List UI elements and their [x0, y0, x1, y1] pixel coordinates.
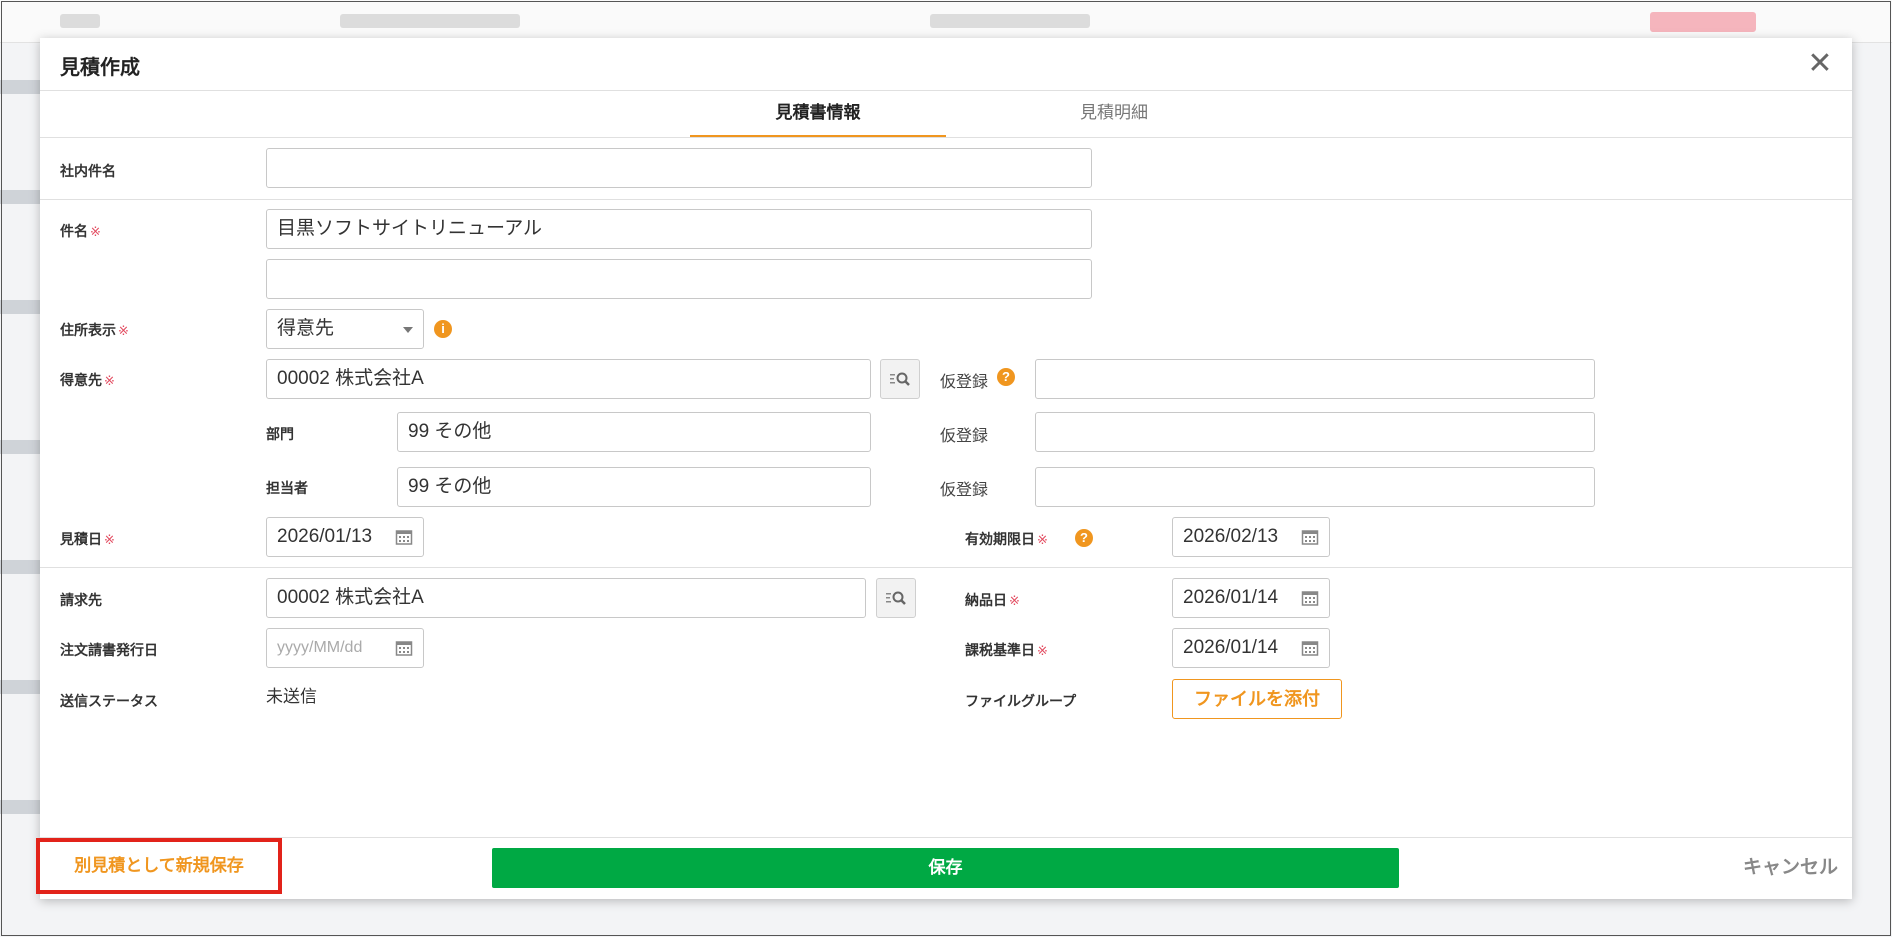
- customer-label: 得意先 ※: [60, 372, 115, 388]
- subject-input-2[interactable]: [266, 259, 1092, 299]
- customer-temp-label: 仮登録: [940, 374, 989, 391]
- calendar-icon[interactable]: [1301, 589, 1319, 607]
- address-display-value: 得意先: [277, 318, 335, 339]
- expiry-date-input[interactable]: 2026/02/13: [1172, 517, 1330, 557]
- send-status-label: 送信ステータス: [60, 693, 158, 709]
- tax-base-date-value: 2026/01/14: [1183, 637, 1279, 658]
- quote-date-value: 2026/01/13: [277, 526, 373, 547]
- modal-header: 見積作成 ✕: [40, 38, 1852, 91]
- divider: [40, 199, 1852, 200]
- department-label: 部門: [266, 426, 294, 442]
- cancel-button[interactable]: キャンセル: [1743, 848, 1838, 888]
- department-temp-label: 仮登録: [940, 428, 989, 445]
- order-issue-date-placeholder: yyyy/MM/dd: [277, 639, 363, 656]
- tax-base-date-input[interactable]: 2026/01/14: [1172, 628, 1330, 668]
- send-status-value: 未送信: [266, 687, 317, 706]
- person-temp-label: 仮登録: [940, 482, 989, 499]
- question-icon[interactable]: ?: [997, 368, 1015, 386]
- background-element: [0, 680, 40, 694]
- background-element: [340, 14, 520, 28]
- calendar-icon[interactable]: [395, 639, 413, 657]
- subject-label: 件名 ※: [60, 223, 101, 239]
- delivery-date-input[interactable]: 2026/01/14: [1172, 578, 1330, 618]
- calendar-icon[interactable]: [1301, 639, 1319, 657]
- quote-date-input[interactable]: 2026/01/13: [266, 517, 424, 557]
- tab-quote-info[interactable]: 見積書情報: [690, 90, 946, 137]
- order-issue-date-input[interactable]: yyyy/MM/dd: [266, 628, 424, 668]
- background-element: [930, 14, 1090, 28]
- background-element: [60, 14, 100, 28]
- modal-title: 見積作成: [60, 57, 140, 79]
- order-issue-date-label: 注文請書発行日: [60, 642, 158, 658]
- expiry-date-value: 2026/02/13: [1183, 526, 1279, 547]
- delivery-date-value: 2026/01/14: [1183, 587, 1279, 608]
- background-element: [0, 80, 40, 94]
- background-element: [0, 300, 40, 314]
- save-as-new-quote-button[interactable]: 別見積として新規保存: [36, 838, 282, 894]
- background-element: [0, 440, 40, 454]
- internal-subject-input[interactable]: [266, 148, 1092, 188]
- department-input[interactable]: 99 その他: [397, 412, 871, 452]
- person-temp-input[interactable]: [1035, 467, 1595, 507]
- question-icon[interactable]: ?: [1075, 529, 1093, 547]
- calendar-icon[interactable]: [395, 528, 413, 546]
- address-display-select[interactable]: 得意先: [266, 309, 424, 349]
- subject-input[interactable]: 目黒ソフトサイトリニューアル: [266, 209, 1092, 249]
- close-icon[interactable]: ✕: [1802, 46, 1838, 82]
- file-group-label: ファイルグループ: [965, 693, 1077, 709]
- search-list-icon: [886, 591, 906, 605]
- info-icon[interactable]: i: [434, 320, 452, 338]
- delivery-date-label: 納品日 ※: [965, 592, 1020, 608]
- divider: [40, 567, 1852, 568]
- customer-temp-input[interactable]: [1035, 359, 1595, 399]
- person-input[interactable]: 99 その他: [397, 467, 871, 507]
- quote-create-modal: 見積作成 ✕ 見積書情報 見積明細 社内件名 件名 ※ 目黒ソフトサイトリニューア…: [36, 38, 1852, 900]
- chevron-down-icon: [403, 327, 413, 333]
- background-element: [1650, 12, 1756, 32]
- background-element: [0, 560, 40, 574]
- billing-input[interactable]: 00002 株式会社A: [266, 578, 866, 618]
- attach-file-button[interactable]: ファイルを添付: [1172, 679, 1342, 719]
- tab-quote-details[interactable]: 見積明細: [986, 90, 1242, 137]
- tax-base-date-label: 課税基準日 ※: [965, 642, 1048, 658]
- customer-lookup-button[interactable]: [880, 359, 920, 399]
- customer-input[interactable]: 00002 株式会社A: [266, 359, 871, 399]
- calendar-icon[interactable]: [1301, 528, 1319, 546]
- billing-lookup-button[interactable]: [876, 578, 916, 618]
- save-button[interactable]: 保存: [492, 848, 1399, 888]
- tab-bar: 見積書情報 見積明細: [40, 90, 1852, 138]
- person-label: 担当者: [266, 480, 308, 496]
- expiry-date-label: 有効期限日 ※: [965, 531, 1048, 547]
- department-temp-input[interactable]: [1035, 412, 1595, 452]
- background-element: [0, 190, 40, 204]
- address-display-label: 住所表示 ※: [60, 322, 129, 338]
- billing-label: 請求先: [60, 592, 102, 608]
- quote-date-label: 見積日 ※: [60, 531, 115, 547]
- search-list-icon: [890, 372, 910, 386]
- modal-footer: 別見積として新規保存 保存 キャンセル: [36, 837, 1852, 900]
- internal-subject-label: 社内件名: [60, 163, 116, 179]
- background-element: [0, 800, 40, 814]
